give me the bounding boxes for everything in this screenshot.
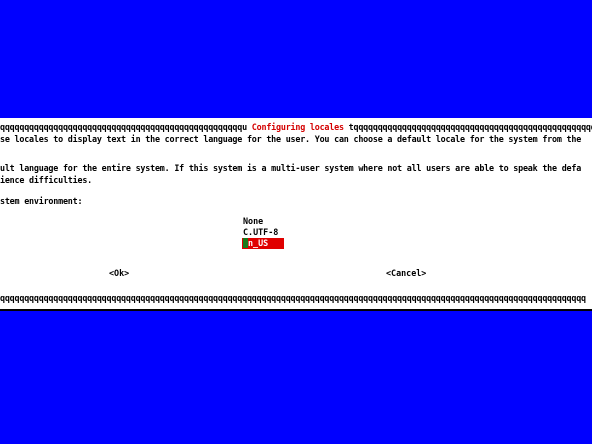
ok-button[interactable]: <Ok>: [109, 268, 129, 278]
locale-option-en-us[interactable]: n_US: [242, 238, 284, 249]
locale-option-c-utf8[interactable]: C.UTF-8: [242, 227, 284, 238]
configure-locales-dialog: qqqqqqqqqqqqqqqqqqqqqqqqqqqqqqqqqqqqqqqq…: [0, 118, 592, 309]
dialog-bottom-border: qqqqqqqqqqqqqqqqqqqqqqqqqqqqqqqqqqqqqqqq…: [0, 293, 586, 303]
dialog-title: Configuring locales: [251, 122, 344, 132]
title-border-left: qqqqqqqqqqqqqqqqqqqqqqqqqqqqqqqqqqqqqqqq…: [0, 122, 252, 132]
description-line-4: ience difficulties.: [0, 175, 93, 185]
title-border-right: tqqqqqqqqqqqqqqqqqqqqqqqqqqqqqqqqqqqqqqq…: [348, 122, 592, 132]
dialog-title-bar: qqqqqqqqqqqqqqqqqqqqqqqqqqqqqqqqqqqqqqqq…: [0, 122, 592, 132]
locale-option-none[interactable]: None: [242, 216, 284, 227]
description-line-1: se locales to display text in the correc…: [0, 134, 582, 144]
description-line-3: ult language for the entire system. If t…: [0, 163, 582, 173]
locale-list[interactable]: None C.UTF-8 n_US: [242, 216, 284, 249]
locale-option-en-us-label: n_US: [248, 238, 269, 248]
prompt-label: stem environment:: [0, 196, 83, 206]
cancel-button[interactable]: <Cancel>: [386, 268, 426, 278]
